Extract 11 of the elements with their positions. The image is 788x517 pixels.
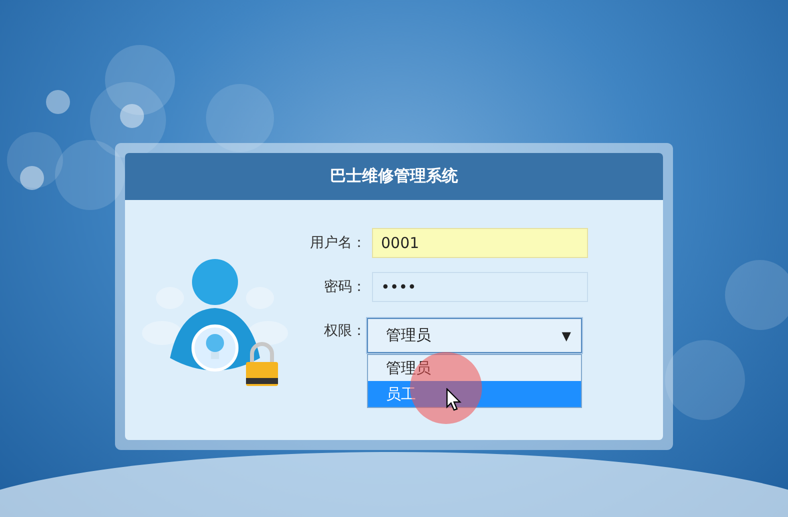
user-lock-icon — [140, 258, 290, 388]
pointer-cursor-icon — [446, 388, 462, 412]
caret-icon: ▼ — [562, 328, 571, 342]
role-label: 权限： — [323, 322, 367, 341]
role-select[interactable]: 管理员 ▼ — [367, 318, 582, 353]
role-option[interactable]: 管理员 — [368, 355, 581, 381]
password-field[interactable]: •••• — [372, 272, 588, 302]
username-label: 用户名： — [309, 234, 367, 253]
username-field[interactable]: 0001 — [372, 228, 588, 258]
password-label: 密码： — [323, 278, 367, 297]
system-title: 巴士维修管理系统 — [125, 153, 663, 200]
